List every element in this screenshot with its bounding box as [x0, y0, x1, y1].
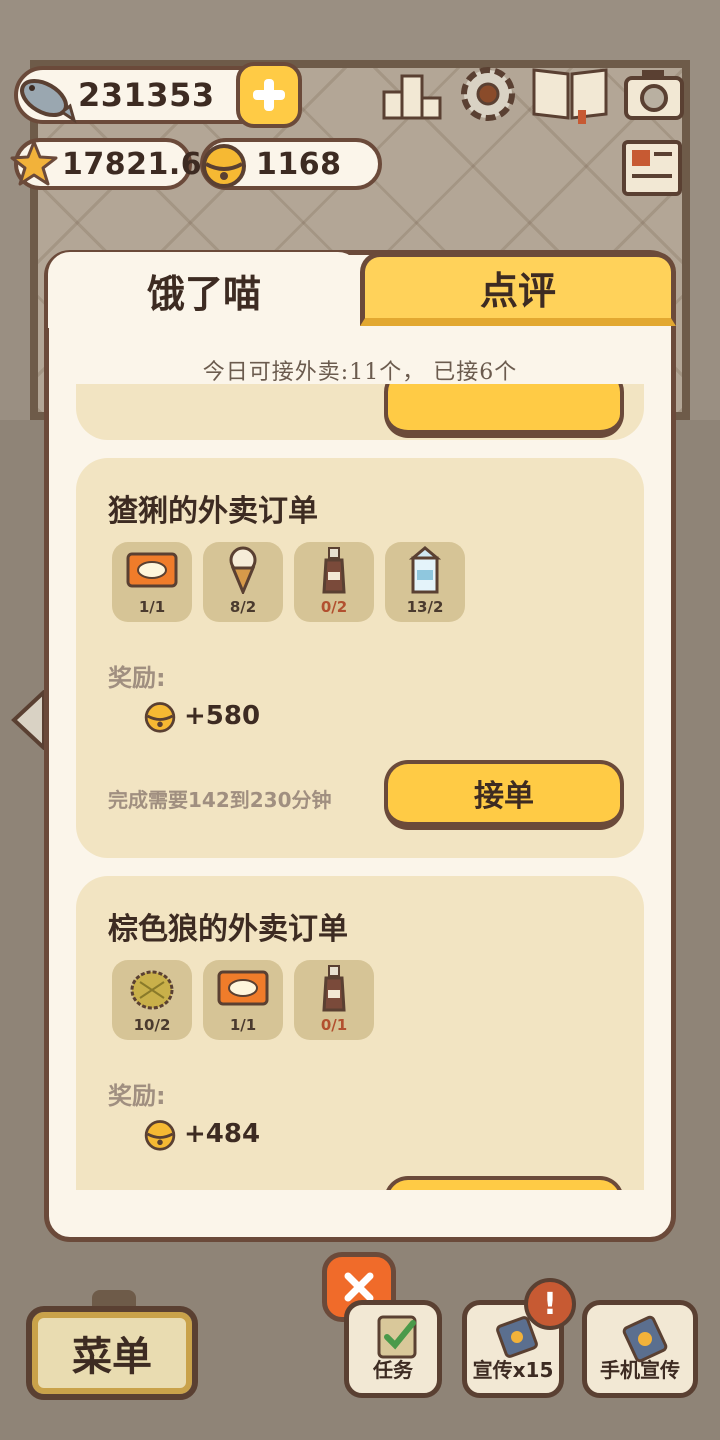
chevron-left-icon[interactable]	[10, 690, 46, 750]
order-item: 0/1	[294, 960, 374, 1040]
bell-icon	[202, 144, 246, 188]
order-title: 猹猁的外卖订单	[108, 494, 318, 529]
promote-label: 宣传x15	[472, 1358, 554, 1382]
bell-icon	[144, 702, 176, 733]
order-item: 13/2	[385, 542, 465, 622]
fish-icon	[20, 78, 77, 124]
bell-count: 1168	[256, 146, 342, 182]
tasks-button[interactable]: 任务	[344, 1300, 442, 1398]
reward-label: 奖励:	[108, 664, 166, 692]
order-card: 猹猁的外卖订单 1/1 8/2 0/2 13/2 奖励: +580 完成需要14…	[76, 458, 644, 858]
accept-button-previous[interactable]	[384, 384, 624, 438]
order-list[interactable]: 猹猁的外卖订单 1/1 8/2 0/2 13/2 奖励: +580 完成需要14…	[76, 384, 646, 1190]
bell-icon	[144, 1120, 176, 1151]
order-item: 1/1	[112, 542, 192, 622]
item-count: 1/1	[138, 598, 166, 616]
alert-badge: !	[524, 1278, 576, 1330]
item-count: 13/2	[406, 598, 444, 616]
gear-icon[interactable]	[456, 62, 520, 126]
add-fish-button[interactable]	[236, 62, 302, 128]
item-count: 0/1	[320, 1016, 348, 1034]
order-items: 1/1 8/2 0/2 13/2	[112, 542, 465, 622]
order-item: 0/2	[294, 542, 374, 622]
phone-promote-label: 手机宣传	[600, 1358, 680, 1382]
newspaper-icon[interactable]	[620, 136, 684, 200]
soda-bottle-icon	[322, 547, 346, 594]
ice-cream-icon	[229, 546, 257, 594]
ranking-icon[interactable]	[380, 62, 444, 126]
reward: +484	[142, 1116, 260, 1152]
fish-count: 231353	[78, 76, 215, 114]
accept-order-button[interactable]	[384, 1176, 624, 1190]
accept-order-button[interactable]: 接单	[384, 760, 624, 830]
order-item: 8/2	[203, 542, 283, 622]
tab-reviews[interactable]: 点评	[360, 252, 676, 326]
star-value: 17821.6	[62, 146, 203, 182]
item-count: 0/2	[320, 598, 348, 616]
reward-amount: +580	[184, 701, 261, 731]
order-item: 10/2	[112, 960, 192, 1040]
rice-tray-icon	[217, 970, 269, 1006]
order-item: 1/1	[203, 960, 283, 1040]
star-icon	[10, 140, 58, 186]
order-card: 棕色狼的外卖订单 10/2 1/1 0/1 奖励: +484	[76, 876, 644, 1190]
book-icon[interactable]	[530, 62, 610, 126]
tab-eleme[interactable]: 饿了喵	[48, 252, 360, 328]
completion-time: 完成需要142到230分钟	[108, 788, 332, 812]
milk-carton-icon	[408, 546, 442, 594]
menu-button[interactable]: 菜单	[26, 1306, 198, 1400]
reward-amount: +484	[184, 1119, 261, 1149]
tasks-label: 任务	[373, 1358, 413, 1382]
order-title: 棕色狼的外卖订单	[108, 912, 348, 947]
phone-promote-button[interactable]: 手机宣传	[582, 1300, 698, 1398]
camera-icon[interactable]	[622, 62, 686, 126]
reward-label: 奖励:	[108, 1082, 166, 1110]
reward: +580	[142, 698, 260, 734]
plus-icon	[253, 79, 285, 111]
order-card-previous	[76, 384, 644, 440]
order-items: 10/2 1/1 0/1	[112, 960, 374, 1040]
item-count: 10/2	[133, 1016, 171, 1034]
item-count: 8/2	[229, 598, 257, 616]
item-count: 1/1	[229, 1016, 257, 1034]
delivery-quota: 今日可接外卖:11个， 已接6个	[202, 360, 518, 385]
durian-icon	[130, 970, 174, 1010]
rice-tray-icon	[126, 552, 178, 588]
soda-bottle-icon	[322, 965, 346, 1012]
close-icon	[344, 1272, 374, 1302]
